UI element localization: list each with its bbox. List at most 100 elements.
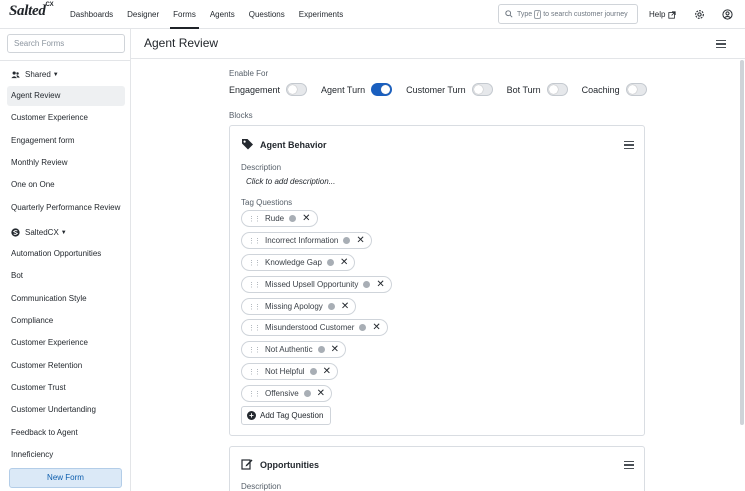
tag-question-label: Not Helpful — [265, 367, 305, 376]
sidebar-item-one-on-one[interactable]: One on One — [7, 175, 125, 195]
remove-tag-icon[interactable]: ✕ — [376, 279, 384, 290]
drag-handle-icon[interactable]: ⋮⋮ — [248, 215, 261, 223]
sidebar-item-quarterly-performance-review[interactable]: Quarterly Performance Review — [7, 198, 125, 218]
tag-question-label: Not Authentic — [265, 345, 313, 354]
remove-tag-icon[interactable]: ✕ — [331, 344, 339, 355]
sidebar-item-compliance[interactable]: Compliance — [7, 311, 125, 331]
sidebar-item-customer-undertanding[interactable]: Customer Undertanding — [7, 400, 125, 420]
nav-experiments[interactable]: Experiments — [292, 0, 350, 29]
description-label: Description — [241, 163, 282, 172]
sidebar-item-bot[interactable]: Bot — [7, 266, 125, 286]
block-menu-icon[interactable] — [624, 141, 634, 149]
tag-question-chip[interactable]: ⋮⋮ Missing Apology ✕ — [241, 298, 357, 315]
info-icon[interactable] — [317, 346, 325, 353]
saltedcx-logo[interactable]: SaltedCX — [9, 2, 54, 20]
info-icon[interactable] — [343, 237, 351, 244]
tag-question-chip[interactable]: ⋮⋮ Incorrect Information ✕ — [241, 232, 372, 249]
description-field[interactable]: Click to add description... — [246, 177, 335, 186]
toggle-engagement-label: Engagement — [229, 84, 281, 95]
toggle-customer-turn[interactable] — [471, 83, 493, 96]
settings-gear-icon[interactable] — [694, 9, 705, 20]
sidebar-item-communication-style[interactable]: Communication Style — [7, 289, 125, 309]
main-scrollbar[interactable] — [740, 60, 744, 425]
sidebar-item-feedback-to-agent[interactable]: Feedback to Agent — [7, 423, 125, 443]
info-icon[interactable] — [326, 259, 334, 266]
group-shared-toggle[interactable]: Shared ▼ — [11, 70, 59, 79]
info-icon[interactable] — [289, 215, 297, 222]
remove-tag-icon[interactable]: ✕ — [317, 388, 325, 399]
drag-handle-icon[interactable]: ⋮⋮ — [248, 237, 261, 245]
nav-forms[interactable]: Forms — [166, 0, 203, 29]
top-navigation-bar: SaltedCX Dashboards Designer Forms Agent… — [0, 0, 745, 29]
drag-handle-icon[interactable]: ⋮⋮ — [248, 281, 261, 289]
drag-handle-icon[interactable]: ⋮⋮ — [248, 390, 261, 398]
caret-down-icon: ▼ — [60, 229, 67, 236]
drag-handle-icon[interactable]: ⋮⋮ — [248, 368, 261, 376]
tag-question-chip[interactable]: ⋮⋮ Rude ✕ — [241, 210, 318, 227]
sidebar-item-customer-experience-2[interactable]: Customer Experience — [7, 333, 125, 353]
info-icon[interactable] — [359, 324, 367, 331]
tag-question-chip[interactable]: ⋮⋮ Knowledge Gap ✕ — [241, 254, 356, 271]
remove-tag-icon[interactable]: ✕ — [302, 213, 310, 224]
sidebar-item-customer-retention[interactable]: Customer Retention — [7, 356, 125, 376]
nav-questions[interactable]: Questions — [242, 0, 292, 29]
tag-questions-label: Tag Questions — [241, 198, 293, 207]
tag-question-chip[interactable]: ⋮⋮ Missed Upsell Opportunity ✕ — [241, 276, 392, 293]
add-tag-question-button[interactable]: + Add Tag Question — [241, 406, 332, 425]
block-title[interactable]: Opportunities — [260, 460, 319, 470]
sidebar-item-customer-experience[interactable]: Customer Experience — [7, 108, 125, 128]
main-nav: Dashboards Designer Forms Agents Questio… — [63, 0, 350, 29]
sidebar-item-customer-trust[interactable]: Customer Trust — [7, 378, 125, 398]
toggle-agent-turn[interactable] — [371, 83, 393, 96]
sidebar-item-agent-review[interactable]: Agent Review — [7, 86, 125, 106]
form-menu-icon[interactable] — [716, 40, 726, 48]
remove-tag-icon[interactable]: ✕ — [340, 257, 348, 268]
tag-question-label: Rude — [265, 214, 285, 223]
sidebar-item-engagement-form[interactable]: Engagement form — [7, 131, 125, 151]
plus-circle-icon: + — [247, 411, 256, 420]
nav-designer[interactable]: Designer — [120, 0, 166, 29]
toggle-coaching-label: Coaching — [581, 84, 620, 95]
user-account-icon[interactable] — [722, 9, 733, 20]
remove-tag-icon[interactable]: ✕ — [356, 235, 364, 246]
toggle-bot-turn[interactable] — [546, 83, 568, 96]
drag-handle-icon[interactable]: ⋮⋮ — [248, 324, 261, 332]
block-title[interactable]: Agent Behavior — [260, 140, 327, 150]
sidebar-item-automation-opportunities[interactable]: Automation Opportunities — [7, 244, 125, 264]
drag-handle-icon[interactable]: ⋮⋮ — [248, 259, 261, 267]
drag-handle-icon[interactable]: ⋮⋮ — [248, 346, 261, 354]
users-icon — [11, 70, 20, 78]
tag-question-chip[interactable]: ⋮⋮ Not Helpful ✕ — [241, 363, 338, 380]
info-icon[interactable] — [303, 390, 311, 397]
block-agent-behavior: Agent Behavior Description Click to add … — [229, 125, 645, 436]
toggle-bot-turn-label: Bot Turn — [506, 84, 541, 95]
tag-question-label: Missing Apology — [265, 302, 323, 311]
remove-tag-icon[interactable]: ✕ — [341, 301, 349, 312]
new-form-button[interactable]: New Form — [9, 468, 122, 488]
sidebar-item-monthly-review[interactable]: Monthly Review — [7, 153, 125, 173]
info-icon[interactable] — [309, 368, 317, 375]
nav-dashboards[interactable]: Dashboards — [63, 0, 120, 29]
add-tag-question-label: Add Tag Question — [260, 411, 324, 420]
info-icon[interactable] — [363, 281, 371, 288]
remove-tag-icon[interactable]: ✕ — [323, 366, 331, 377]
tag-question-chip[interactable]: ⋮⋮ Offensive ✕ — [241, 385, 333, 402]
remove-tag-icon[interactable]: ✕ — [372, 322, 380, 333]
tag-question-chip[interactable]: ⋮⋮ Not Authentic ✕ — [241, 341, 346, 358]
help-link[interactable]: Help — [649, 0, 677, 29]
customer-journey-search[interactable]: Type / to search customer journey — [498, 4, 638, 24]
block-menu-icon[interactable] — [624, 461, 634, 469]
search-forms-input[interactable]: Search Forms — [7, 34, 125, 53]
edit-note-icon — [241, 459, 253, 470]
forms-sidebar: Search Forms Shared ▼ Agent Review Custo… — [0, 29, 131, 491]
toggle-coaching[interactable] — [625, 83, 647, 96]
search-icon — [505, 10, 513, 18]
info-icon[interactable] — [327, 303, 335, 310]
drag-handle-icon[interactable]: ⋮⋮ — [248, 303, 261, 311]
tag-question-chip[interactable]: ⋮⋮ Misunderstood Customer ✕ — [241, 319, 388, 336]
group-saltedcx-toggle[interactable]: SaltedCX ▼ — [11, 228, 67, 237]
nav-agents[interactable]: Agents — [203, 0, 242, 29]
tag-question-label: Incorrect Information — [265, 236, 339, 245]
toggle-engagement[interactable] — [286, 83, 308, 96]
sidebar-item-inneficiency[interactable]: Inneficiency — [7, 445, 125, 465]
